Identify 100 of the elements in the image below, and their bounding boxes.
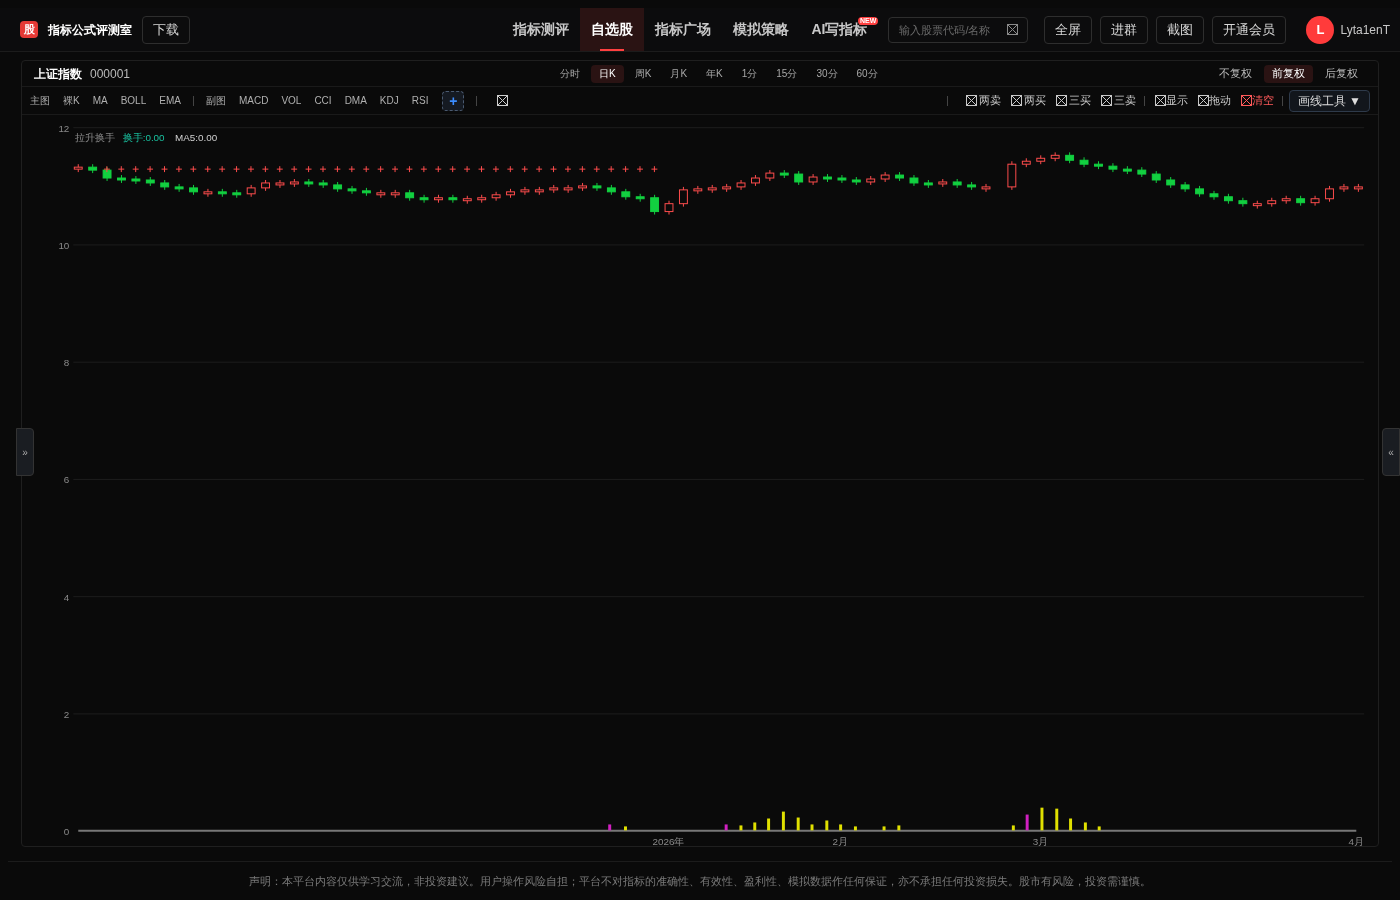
- expand-right-tab[interactable]: «: [1382, 428, 1400, 476]
- candle: [232, 189, 242, 199]
- candle: [73, 163, 83, 173]
- tool-toggle[interactable]: 显示: [1154, 92, 1188, 109]
- logo-icon: 股: [20, 21, 38, 38]
- period-tab[interactable]: 1分: [733, 64, 766, 83]
- search-field[interactable]: 输入股票代码/名称: [888, 16, 1029, 43]
- nav-tab[interactable]: 自选股: [580, 8, 645, 51]
- candle: [563, 184, 573, 194]
- y-axis-label: 12: [58, 122, 70, 134]
- expand-left-tab[interactable]: »: [16, 428, 34, 476]
- nav-tab[interactable]: 指标广场: [644, 8, 723, 51]
- candle: [1310, 195, 1320, 207]
- indicator-button[interactable]: BOLL: [120, 93, 147, 108]
- candle: [851, 176, 861, 186]
- candle: [779, 169, 789, 179]
- adjust-tab[interactable]: 不复权: [1211, 64, 1260, 83]
- candle: [1108, 162, 1118, 173]
- adjust-tab[interactable]: 前复权: [1264, 64, 1313, 83]
- signal-toggle[interactable]: 三卖: [1100, 92, 1136, 109]
- y-axis-label: 10: [58, 239, 70, 251]
- period-tab[interactable]: 分时: [552, 64, 589, 83]
- y-axis-label: 0: [63, 826, 70, 838]
- indicator-button[interactable]: MA: [92, 93, 108, 108]
- signal-toggle[interactable]: 两买: [1010, 92, 1046, 109]
- candle: [578, 182, 587, 192]
- period-tab[interactable]: 30分: [808, 64, 846, 83]
- period-tab[interactable]: 15分: [768, 64, 806, 83]
- adjust-tab[interactable]: 后复权: [1317, 64, 1366, 83]
- candle: [333, 181, 343, 193]
- candle: [722, 183, 732, 193]
- candle: [1137, 166, 1147, 178]
- candle: [1252, 200, 1262, 210]
- candle: [1079, 156, 1089, 168]
- indicator-button[interactable]: KDJ: [379, 93, 399, 108]
- indicator-button[interactable]: 裸K: [63, 93, 80, 108]
- box-x-icon: [497, 95, 509, 106]
- candle: [808, 173, 818, 186]
- action-button[interactable]: 截图: [1156, 15, 1205, 44]
- period-tab[interactable]: 日K: [591, 64, 624, 83]
- candle: [289, 178, 299, 188]
- signal-toggle[interactable]: 两卖: [965, 92, 1001, 109]
- y-axis-label: 2: [63, 708, 70, 720]
- indicator-button[interactable]: MACD: [238, 93, 269, 108]
- candle: [1296, 195, 1306, 207]
- candle: [635, 193, 645, 203]
- legend-text: 换手:0.00: [122, 132, 165, 144]
- app-title: 指标公式评测室: [48, 21, 132, 39]
- box-x-icon: [1007, 23, 1019, 35]
- candle: [866, 175, 876, 186]
- indicator-button[interactable]: CCI: [314, 93, 332, 108]
- candle: [304, 178, 314, 188]
- candle: [1122, 165, 1132, 175]
- candle: [477, 194, 487, 204]
- stock-name: 上证指数: [34, 65, 82, 83]
- candle: [434, 194, 443, 204]
- candle: [909, 174, 919, 187]
- indicator-button[interactable]: RSI: [411, 93, 429, 108]
- candle: [1224, 193, 1233, 205]
- candle: [102, 166, 112, 182]
- candle: [1209, 190, 1219, 201]
- candle: [462, 195, 472, 205]
- nav-tab[interactable]: 指标测评: [502, 8, 581, 51]
- candle: [1238, 197, 1248, 208]
- action-button[interactable]: 全屏: [1044, 15, 1093, 44]
- candle: [952, 178, 962, 189]
- action-button[interactable]: 进群: [1100, 15, 1149, 44]
- candle: [1021, 157, 1031, 168]
- period-tab[interactable]: 月K: [662, 64, 696, 83]
- candle: [751, 174, 760, 187]
- x-axis-label: 2月: [832, 836, 848, 846]
- indicator-button[interactable]: DMA: [344, 93, 367, 108]
- indicator-button[interactable]: VOL: [281, 93, 302, 108]
- candle: [131, 175, 141, 185]
- tool-toggle[interactable]: 清空: [1240, 92, 1274, 109]
- period-tab[interactable]: 年K: [698, 64, 731, 83]
- disclaimer-text: 声明：本平台内容仅供学习交流，非投资建议。用户操作风险自担；平台不对指标的准确性、有效性、盈利性、模拟数据作任何保证，亦不承担任何投资损失。股市有风险，投资需谨慎。: [249, 873, 1151, 889]
- indicator-button[interactable]: EMA: [159, 93, 181, 108]
- candle: [145, 176, 155, 187]
- avatar[interactable]: L: [1306, 15, 1335, 44]
- candle: [376, 189, 386, 199]
- download-button[interactable]: 下载: [142, 15, 190, 44]
- draw-tools-button[interactable]: 画线工具 ▼: [1288, 89, 1370, 112]
- candle: [362, 187, 371, 197]
- box-x-icon: [965, 95, 977, 106]
- user-name[interactable]: Lyta1enT: [1340, 20, 1390, 39]
- candle: [707, 184, 717, 194]
- add-indicator-button[interactable]: +: [442, 90, 465, 111]
- main-chart-label: 主图: [30, 94, 50, 108]
- nav-tab[interactable]: 模拟策略: [722, 8, 801, 51]
- candle: [592, 182, 602, 192]
- candle: [88, 163, 98, 174]
- candle: [938, 178, 948, 188]
- candle: [837, 174, 847, 184]
- period-tab[interactable]: 60分: [848, 64, 886, 83]
- action-button[interactable]: 开通会员: [1212, 15, 1287, 44]
- signal-toggle[interactable]: 三买: [1055, 92, 1091, 109]
- tool-toggle[interactable]: 拖动: [1197, 92, 1231, 109]
- period-tab[interactable]: 周K: [626, 64, 660, 83]
- stock-code: 000001: [90, 65, 131, 83]
